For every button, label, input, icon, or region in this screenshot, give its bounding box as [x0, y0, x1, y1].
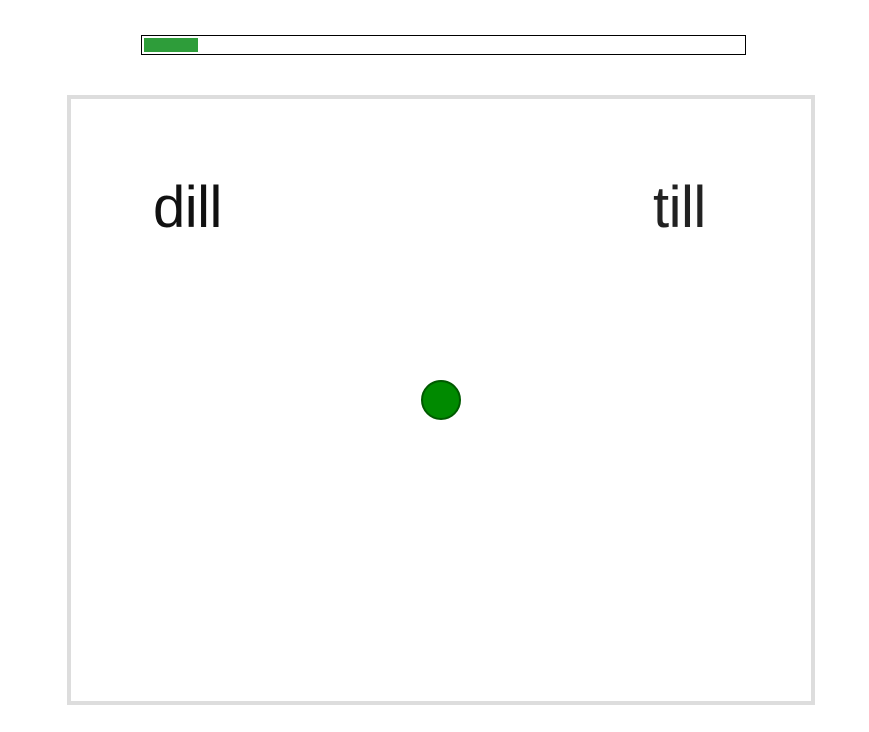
progress-bar [141, 35, 746, 55]
choice-word-left[interactable]: dill [153, 173, 222, 243]
choice-word-right[interactable]: till [653, 173, 706, 243]
start-dot[interactable] [421, 380, 461, 420]
progress-bar-fill [144, 38, 198, 52]
response-stage: dill till [67, 95, 815, 705]
